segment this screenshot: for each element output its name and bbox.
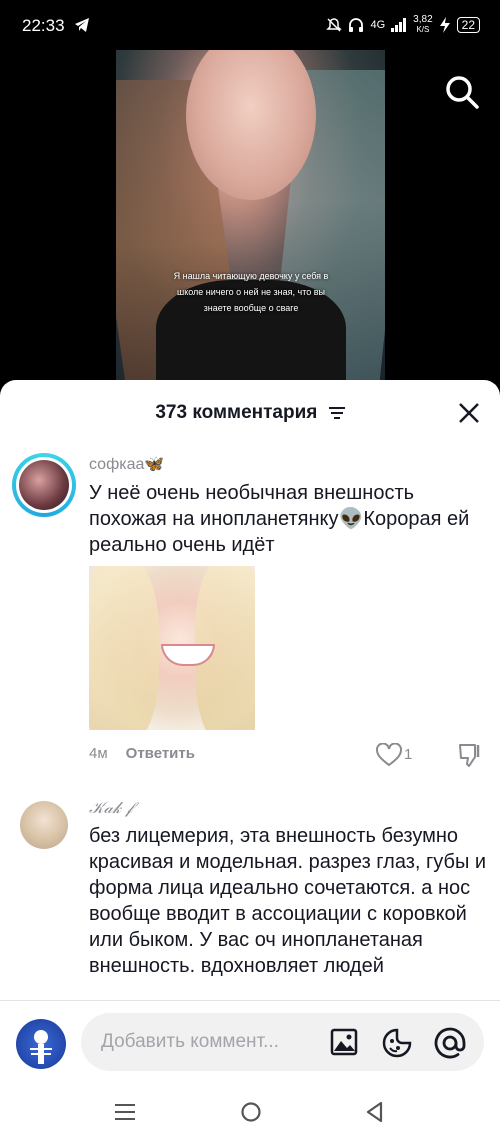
image-icon[interactable] bbox=[330, 1028, 358, 1056]
comment-text: У неё очень необычная внешность похожая … bbox=[89, 482, 470, 556]
comment-input-placeholder: Добавить коммент... bbox=[101, 1031, 279, 1052]
skeleton-icon bbox=[30, 1030, 52, 1064]
home-icon[interactable] bbox=[240, 1101, 262, 1123]
mute-icon bbox=[326, 18, 343, 32]
comments-title: 373 комментария bbox=[0, 402, 500, 424]
emoji-icon[interactable] bbox=[382, 1028, 412, 1058]
comment-username[interactable]: софкаа🦋 bbox=[89, 454, 164, 474]
comment-time: 4м bbox=[89, 745, 108, 762]
network-type: 4G bbox=[370, 19, 386, 31]
comment-avatar[interactable] bbox=[20, 801, 68, 849]
heart-icon[interactable] bbox=[376, 743, 402, 767]
my-avatar[interactable] bbox=[16, 1019, 66, 1069]
like-count: 1 bbox=[404, 746, 413, 763]
telegram-icon bbox=[75, 18, 89, 32]
comment-input[interactable]: Добавить коммент... bbox=[81, 1013, 484, 1071]
comments-header: 373 комментария bbox=[0, 380, 500, 442]
mention-icon[interactable] bbox=[434, 1027, 466, 1059]
battery-level: 22 bbox=[456, 17, 480, 33]
speed-value: 3,82 bbox=[413, 14, 433, 25]
search-icon[interactable] bbox=[444, 74, 480, 110]
comments-count-label: 373 комментария bbox=[155, 402, 318, 423]
comment-text: без лицемерия, эта внешность безумно кра… bbox=[89, 825, 487, 977]
status-time: 22:33 bbox=[22, 16, 65, 35]
comment-image[interactable] bbox=[89, 566, 255, 730]
status-bar: 22:33 4G 3,82 K/S 22 bbox=[0, 0, 500, 50]
comment-username[interactable]: 𝒦𝒶𝓀 𝒻 bbox=[89, 800, 133, 818]
comment-composer: Добавить коммент... bbox=[0, 1000, 500, 1086]
comment-meta: 4м Ответить bbox=[89, 745, 195, 762]
charging-icon bbox=[439, 17, 450, 33]
menu-icon[interactable] bbox=[115, 1102, 135, 1122]
reply-button[interactable]: Ответить bbox=[126, 745, 195, 762]
speed-unit: K/S bbox=[416, 25, 430, 34]
signal-icon bbox=[391, 18, 407, 32]
back-icon[interactable] bbox=[365, 1101, 385, 1123]
headphones-icon bbox=[349, 18, 364, 32]
filter-icon[interactable] bbox=[328, 406, 345, 420]
comment-avatar[interactable] bbox=[12, 453, 76, 517]
status-right: 4G 3,82 K/S 22 bbox=[326, 15, 480, 35]
close-icon[interactable] bbox=[458, 402, 480, 424]
video-player[interactable]: Я нашла читающую девочку у себя в школе … bbox=[116, 50, 385, 383]
video-caption: Я нашла читающую девочку у себя в школе … bbox=[173, 271, 329, 313]
dislike-icon[interactable] bbox=[457, 742, 483, 768]
system-nav-bar bbox=[0, 1085, 500, 1139]
